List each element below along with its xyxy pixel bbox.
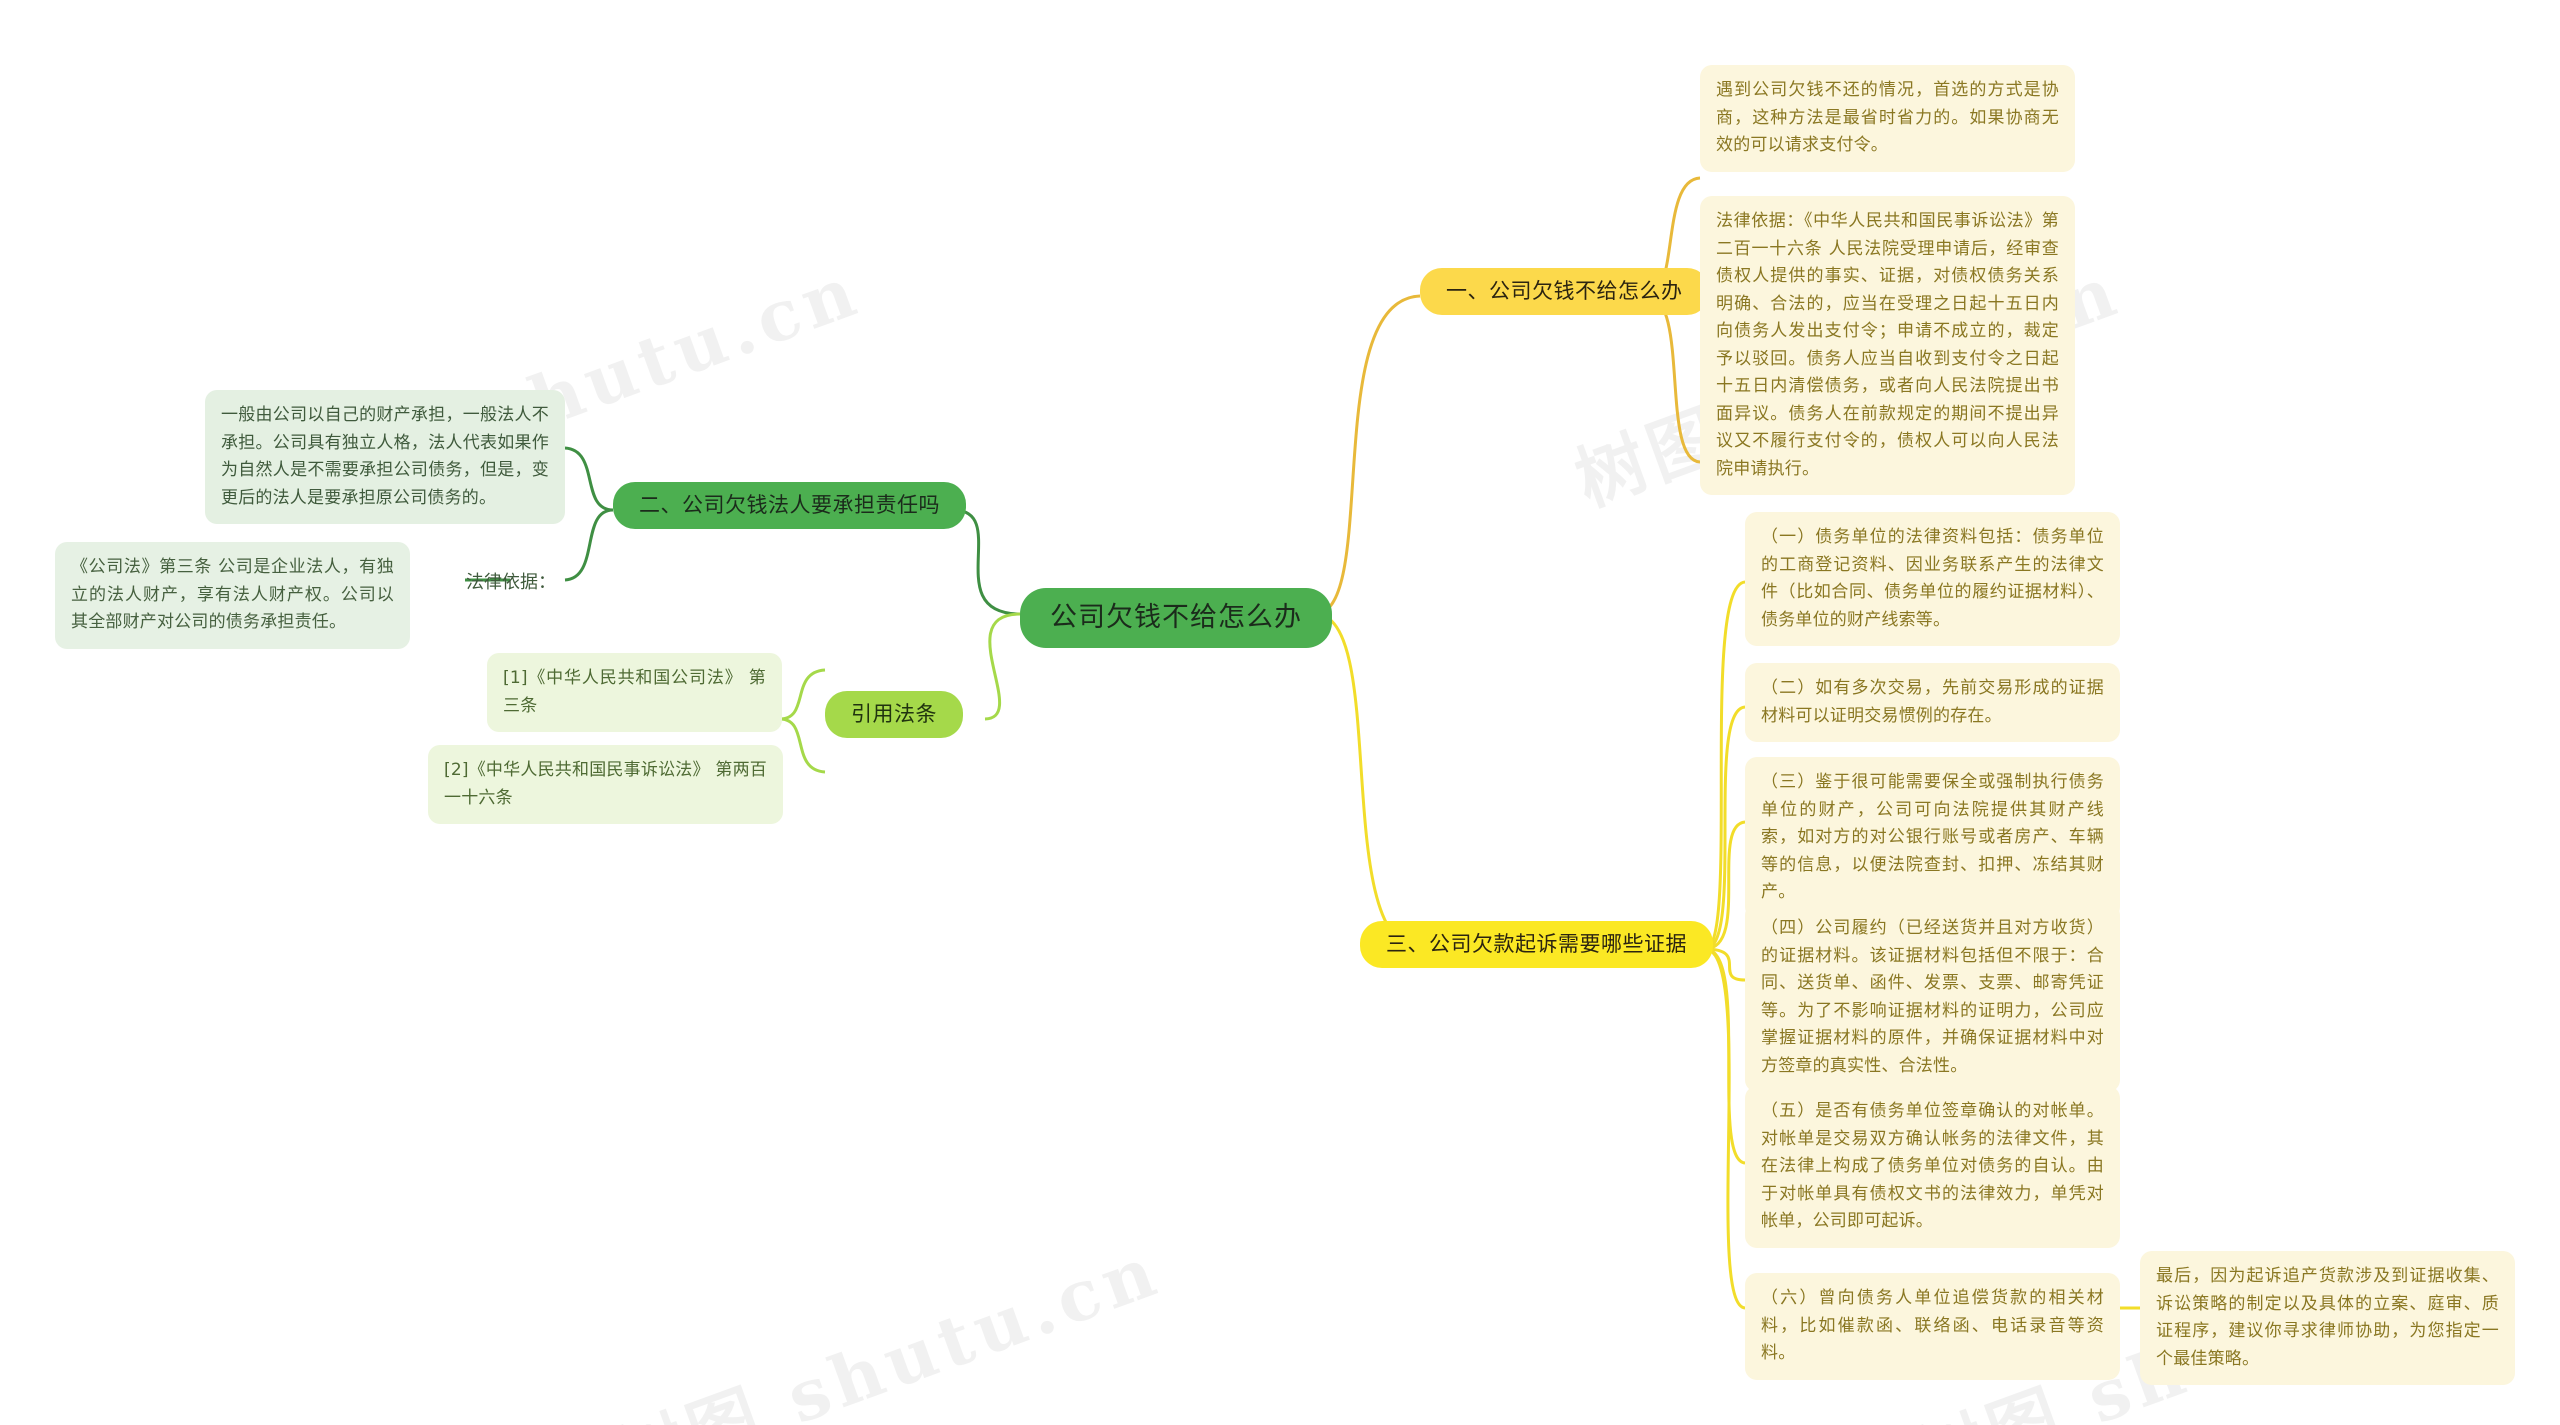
leaf-b4-2[interactable]: （二）如有多次交易，先前交易形成的证据材料可以证明交易惯例的存在。 [1745, 663, 2120, 743]
leaf-b2-1[interactable]: 一般由公司以自己的财产承担，一般法人不承担。公司具有独立人格，法人代表如果作为自… [205, 390, 565, 525]
root-node[interactable]: 公司欠钱不给怎么办 [1020, 588, 1332, 649]
sub-label-legal-basis[interactable]: 法律依据： [466, 568, 556, 594]
leaf-b4-6[interactable]: （六）曾向债务人单位追偿货款的相关材料，比如催款函、联络函、电话录音等资料。 [1745, 1273, 2120, 1380]
leaf-b3-2[interactable]: [2]《中华人民共和国民事诉讼法》 第两百一十六条 [428, 745, 783, 825]
connector-edges [465, 176, 2140, 1310]
mindmap-canvas: 树图 shutu.cn 树图 shutu.cn 树图 shutu.cn 树图 s… [0, 0, 2560, 1425]
leaf-b1-2[interactable]: 法律依据：《中华人民共和国民事诉讼法》第二百一十六条 人民法院受理申请后，经审查… [1700, 196, 2075, 496]
leaf-b4-6-1[interactable]: 最后，因为起诉追产货款涉及到证据收集、诉讼策略的制定以及具体的立案、庭审、质证程… [2140, 1251, 2515, 1386]
branch-node-3[interactable]: 引用法条 [825, 691, 963, 739]
leaf-b4-1[interactable]: （一）债务单位的法律资料包括：债务单位的工商登记资料、因业务联系产生的法律文件（… [1745, 512, 2120, 647]
leaf-b4-3[interactable]: （三）鉴于很可能需要保全或强制执行债务单位的财产，公司可向法院提供其财产线索，如… [1745, 757, 2120, 919]
watermark: 树图 shutu.cn [604, 1228, 1172, 1425]
leaf-b3-1[interactable]: [1]《中华人民共和国公司法》 第三条 [487, 653, 782, 733]
leaf-b2-2[interactable]: 《公司法》第三条 公司是企业法人，有独立的法人财产，享有法人财产权。公司以其全部… [55, 542, 410, 649]
branch-node-4[interactable]: 三、公司欠款起诉需要哪些证据 [1360, 921, 1713, 969]
branch-node-1[interactable]: 一、公司欠钱不给怎么办 [1420, 268, 1709, 316]
leaf-b4-5[interactable]: （五）是否有债务单位签章确认的对帐单。对帐单是交易双方确认帐务的法律文件，其在法… [1745, 1086, 2120, 1248]
leaf-b4-4[interactable]: （四）公司履约（已经送货并且对方收货）的证据材料。该证据材料包括但不限于：合同、… [1745, 903, 2120, 1093]
leaf-b1-1[interactable]: 遇到公司欠钱不还的情况，首选的方式是协商，这种方法是最省时省力的。如果协商无效的… [1700, 65, 2075, 172]
branch-node-2[interactable]: 二、公司欠钱法人要承担责任吗 [613, 482, 966, 530]
